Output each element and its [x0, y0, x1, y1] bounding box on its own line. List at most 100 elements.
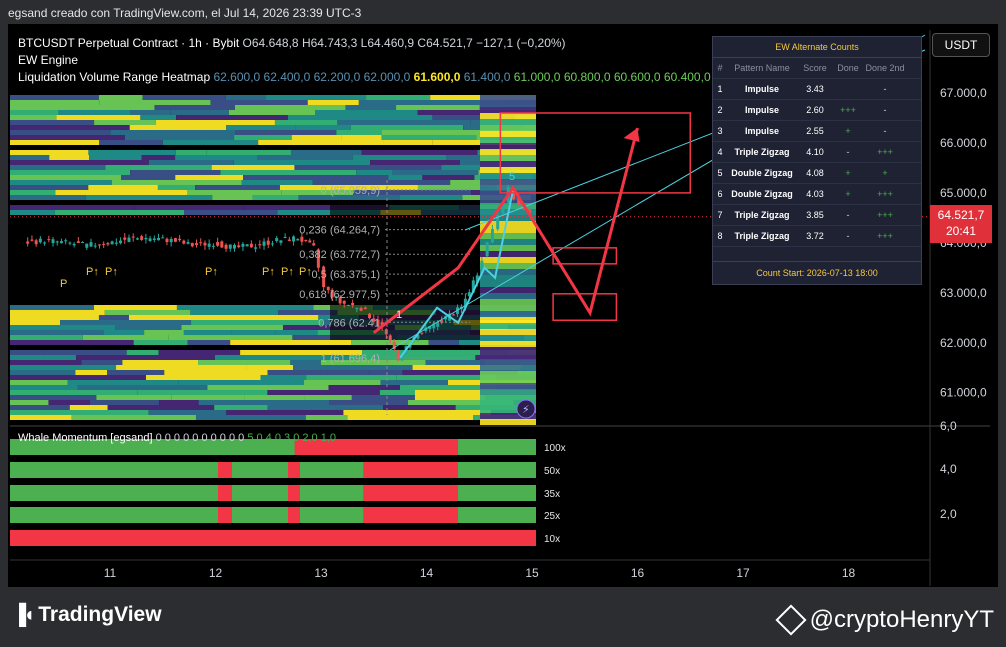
candle-body — [182, 240, 186, 244]
heatmap-cell — [392, 170, 479, 175]
candle-body — [485, 242, 489, 257]
heatmap-cell — [121, 175, 176, 180]
ohlc-open: O64.648,8 — [242, 36, 299, 50]
ew-cell-score: 2.60 — [806, 105, 824, 115]
heatmap-cell — [98, 315, 129, 320]
heatmap-cell — [10, 190, 56, 195]
heatmap-cell — [110, 130, 152, 135]
heatmap-cell — [225, 95, 266, 100]
heatmap-cell — [214, 315, 319, 320]
price-tick-label: 67.000,0 — [940, 86, 987, 100]
ew-cell-done2: - — [883, 105, 887, 115]
heatmap-cell — [196, 415, 306, 420]
heatmap-cell — [307, 100, 359, 105]
heatmap-cell — [246, 365, 293, 370]
whale-zeros: 0 0 0 0 0 0 0 0 0 0 — [155, 432, 245, 444]
heatmap-cell — [361, 150, 478, 155]
candle-body — [262, 241, 266, 246]
heatmap-cell — [82, 335, 169, 340]
fib-label: 0,382 (63.772,7) — [299, 249, 380, 261]
ew-cell-score: 3.85 — [806, 210, 824, 220]
heatmap-cell — [126, 350, 159, 355]
heatmap-cell — [107, 405, 215, 410]
ew-cell-score: 4.10 — [806, 147, 824, 157]
ew-cell-done: + — [845, 189, 851, 199]
ew-cell-score: 4.08 — [806, 168, 824, 178]
heatmap-cell — [54, 210, 184, 215]
heatmap-cell — [96, 395, 172, 400]
heatmap-cell — [10, 410, 149, 415]
pivot-mark: P↑ — [299, 266, 312, 278]
heatmap-cell — [141, 155, 176, 160]
ew-col-index: # — [717, 63, 723, 73]
heatmap-cell — [290, 150, 362, 155]
heatmap-cell — [88, 185, 158, 190]
heatmap-cell — [480, 419, 536, 425]
heatmap-cell — [94, 120, 156, 125]
heatmap-cell — [10, 305, 94, 310]
heatmap-cell — [234, 135, 292, 140]
heatmap-cell — [207, 385, 329, 390]
heatmap-cell — [226, 410, 344, 415]
ew-cell-done: + — [845, 168, 851, 178]
candle-body — [169, 238, 173, 243]
heatmap-cell — [480, 263, 536, 269]
ew-cell-pattern: Double Zigzag — [731, 168, 793, 178]
whale-momentum-title[interactable]: Whale Momentum [egsand] 0 0 0 0 0 0 0 0 … — [18, 432, 336, 444]
heatmap-cell — [275, 330, 318, 335]
candle-body — [241, 243, 245, 247]
heatmap-cell — [71, 415, 197, 420]
heatmap-cell — [252, 195, 299, 200]
heatmap-cell — [48, 400, 90, 405]
candle-body — [157, 237, 161, 241]
candle-body — [203, 242, 207, 246]
heatmap-cell — [144, 330, 184, 335]
heatmap-cell — [56, 115, 141, 120]
heatmap-cell — [480, 329, 536, 335]
heatmap-cell — [130, 170, 221, 175]
candle-body — [355, 308, 359, 310]
candle-body — [224, 244, 228, 249]
candle-body — [114, 242, 118, 244]
candle-body — [119, 240, 123, 244]
candle-body — [173, 238, 177, 242]
heatmap-cell — [49, 155, 90, 160]
heatmap-cell — [10, 360, 82, 365]
heatmap-cell — [287, 115, 433, 120]
heatmap-cell — [231, 330, 276, 335]
heatmap-cell — [10, 385, 78, 390]
candle-body — [89, 242, 93, 247]
heatmap-cell — [230, 340, 352, 345]
heatmap-cell — [69, 405, 108, 410]
candle-body — [51, 239, 55, 244]
heatmap-cell — [85, 195, 213, 200]
price-tick-label: 61.000,0 — [940, 386, 987, 400]
heatmap-cell — [176, 305, 314, 310]
ew-cell-pattern: Triple Zigzag — [734, 210, 790, 220]
diamond-logo-icon — [775, 604, 807, 636]
heatmap-cell — [168, 335, 293, 340]
candle-body — [363, 307, 367, 309]
heatmap-cell — [198, 360, 291, 365]
heatmap-cell — [214, 405, 268, 410]
heatmap-cell — [480, 305, 536, 311]
symbol-name[interactable]: BTCUSDT Perpetual Contract · 1h · Bybit — [18, 36, 239, 50]
wave-label: 1 — [396, 309, 402, 321]
heatmap-cell — [198, 400, 330, 405]
whale-bar-red — [288, 507, 300, 523]
candle-body — [123, 237, 127, 240]
heatmap-cell — [292, 365, 413, 370]
heatmap-cell — [315, 110, 418, 115]
heatmap-cell — [480, 173, 536, 179]
heatmap-cell — [265, 95, 367, 100]
candle-body — [207, 243, 211, 247]
candle-body — [102, 243, 106, 245]
ew-cell-done2: - — [883, 126, 887, 136]
currency-button[interactable]: USDT — [932, 33, 990, 57]
whale-bar-red — [218, 507, 232, 523]
heatmap-cell — [337, 120, 471, 125]
heatmap-cell — [148, 160, 234, 165]
heatmap-cell — [347, 415, 474, 420]
indicator-ew-engine[interactable]: EW Engine — [18, 53, 78, 67]
heatmap-cell — [60, 320, 192, 325]
